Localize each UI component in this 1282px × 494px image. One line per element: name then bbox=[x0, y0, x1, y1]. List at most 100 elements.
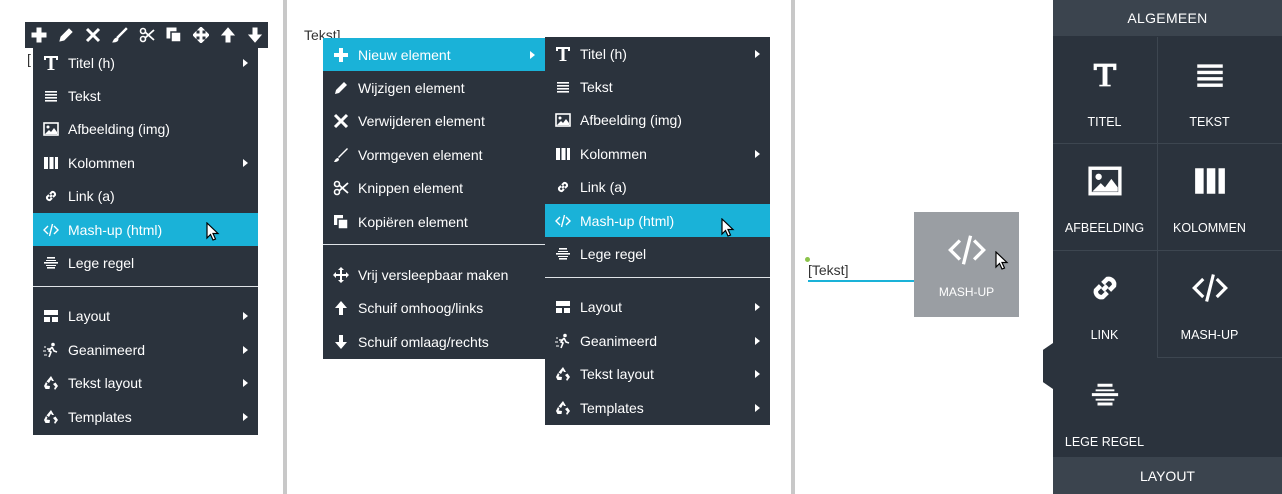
chevron-right-icon bbox=[755, 336, 760, 345]
title-icon bbox=[43, 55, 59, 71]
column-divider-1 bbox=[283, 0, 287, 494]
tile-lege-regel[interactable]: LEGE REGEL bbox=[1053, 357, 1156, 463]
menu-item-tekst[interactable]: Tekst bbox=[545, 70, 770, 103]
drop-target-text[interactable]: [Tekst] bbox=[808, 262, 848, 278]
arrow-down-icon[interactable] bbox=[244, 24, 266, 46]
empty-line-icon bbox=[555, 246, 571, 262]
recycle-icon bbox=[555, 400, 571, 416]
menu-item-mashup[interactable]: Mash-up (html) bbox=[33, 212, 258, 247]
menu-item-afbeelding[interactable]: Afbeelding (img) bbox=[33, 113, 258, 146]
copy-icon bbox=[333, 214, 349, 230]
image-icon bbox=[43, 121, 59, 137]
menu-item-templates[interactable]: Templates bbox=[545, 391, 770, 424]
menu-item-vrij-versleepbaar[interactable]: Vrij versleepbaar maken bbox=[323, 258, 545, 291]
panel-header-algemeen[interactable]: ALGEMEEN bbox=[1053, 0, 1282, 36]
scissors-icon bbox=[333, 180, 349, 196]
menu-item-vormgeven[interactable]: Vormgeven element bbox=[323, 138, 545, 171]
tile-afbeelding[interactable]: AFBEELDING bbox=[1053, 143, 1156, 249]
arrow-down-icon bbox=[333, 334, 349, 350]
menu-item-afbeelding[interactable]: Afbeelding (img) bbox=[545, 104, 770, 137]
animated-icon bbox=[43, 342, 59, 358]
layout-icon bbox=[43, 308, 59, 324]
chevron-right-icon bbox=[755, 303, 760, 312]
code-icon bbox=[948, 231, 986, 269]
menu-item-nieuw-element[interactable]: Nieuw element bbox=[323, 38, 545, 72]
menu-item-titel[interactable]: Titel (h) bbox=[33, 46, 258, 79]
tile-tekst[interactable]: TEKST bbox=[1158, 37, 1261, 143]
brush-icon[interactable] bbox=[109, 24, 131, 46]
code-icon bbox=[43, 222, 59, 238]
chevron-right-icon bbox=[755, 149, 760, 158]
menu-item-knippen[interactable]: Knippen element bbox=[323, 172, 545, 205]
chevron-right-icon bbox=[530, 50, 535, 59]
menu-item-geanimeerd[interactable]: Geanimeerd bbox=[545, 324, 770, 357]
menu-item-schuif-omhoog[interactable]: Schuif omhoog/links bbox=[323, 292, 545, 325]
chevron-right-icon bbox=[755, 49, 760, 58]
chevron-right-icon bbox=[755, 403, 760, 412]
menu-item-titel[interactable]: Titel (h) bbox=[545, 37, 770, 70]
menu-item-schuif-omlaag[interactable]: Schuif omlaag/rechts bbox=[323, 325, 545, 358]
tile-mashup[interactable]: MASH-UP bbox=[1158, 250, 1261, 356]
tile-label: MASH-UP bbox=[938, 285, 995, 299]
link-icon bbox=[555, 179, 571, 195]
title-icon bbox=[1092, 59, 1118, 91]
chevron-right-icon bbox=[243, 312, 248, 321]
menu-item-geanimeerd[interactable]: Geanimeerd bbox=[33, 333, 258, 366]
menu-item-layout[interactable]: Layout bbox=[33, 300, 258, 333]
menu-separator bbox=[545, 271, 770, 291]
tile-link[interactable]: LINK bbox=[1053, 250, 1156, 356]
column-divider-2 bbox=[791, 0, 795, 494]
chevron-right-icon bbox=[243, 379, 248, 388]
image-icon bbox=[555, 112, 571, 128]
menu-item-verwijderen[interactable]: Verwijderen element bbox=[323, 105, 545, 138]
code-icon bbox=[1191, 270, 1229, 306]
menu-item-lege-regel[interactable]: Lege regel bbox=[545, 237, 770, 270]
panel-header-layout[interactable]: LAYOUT bbox=[1053, 457, 1282, 494]
pencil-icon[interactable] bbox=[55, 24, 77, 46]
close-icon bbox=[333, 113, 349, 129]
text-fragment: [ bbox=[27, 51, 31, 67]
menu-item-tekst-layout[interactable]: Tekst layout bbox=[545, 358, 770, 391]
new-element-submenu: Titel (h) Tekst Afbeelding (img) Kolomme… bbox=[545, 37, 770, 425]
menu-item-tekst[interactable]: Tekst bbox=[33, 79, 258, 112]
close-icon[interactable] bbox=[82, 24, 104, 46]
link-icon bbox=[1087, 270, 1123, 306]
panel-toggle-tab[interactable] bbox=[1043, 343, 1053, 389]
menu-item-wijzigen[interactable]: Wijzigen element bbox=[323, 71, 545, 104]
menu-item-kopieren[interactable]: Kopiëren element bbox=[323, 205, 545, 238]
plus-icon[interactable] bbox=[28, 24, 50, 46]
menu-item-mashup[interactable]: Mash-up (html) bbox=[545, 203, 770, 238]
menu-item-layout[interactable]: Layout bbox=[545, 291, 770, 324]
image-icon bbox=[1088, 164, 1122, 198]
arrow-up-icon[interactable] bbox=[217, 24, 239, 46]
brush-icon bbox=[333, 147, 349, 163]
recycle-icon bbox=[555, 366, 571, 382]
text-lines-icon bbox=[555, 79, 571, 95]
element-panel: ALGEMEEN TITEL TEKST AFBEELDING KOLOMMEN… bbox=[1053, 0, 1282, 494]
tile-titel[interactable]: TITEL bbox=[1053, 37, 1156, 143]
menu-item-lege-regel[interactable]: Lege regel bbox=[33, 246, 258, 279]
menu-item-link[interactable]: Link (a) bbox=[545, 171, 770, 204]
menu-separator bbox=[33, 280, 258, 300]
menu-item-kolommen[interactable]: Kolommen bbox=[33, 146, 258, 179]
element-toolbar bbox=[25, 22, 268, 48]
arrow-up-icon bbox=[333, 300, 349, 316]
menu-item-tekst-layout[interactable]: Tekst layout bbox=[33, 367, 258, 400]
text-lines-icon bbox=[43, 88, 59, 104]
columns-icon bbox=[555, 146, 571, 162]
chevron-right-icon bbox=[243, 345, 248, 354]
copy-icon[interactable] bbox=[163, 24, 185, 46]
move-icon bbox=[333, 267, 349, 283]
pencil-icon bbox=[333, 80, 349, 96]
move-icon[interactable] bbox=[190, 24, 212, 46]
tile-kolommen[interactable]: KOLOMMEN bbox=[1158, 143, 1261, 249]
chevron-right-icon bbox=[243, 158, 248, 167]
menu-item-link[interactable]: Link (a) bbox=[33, 180, 258, 213]
menu-item-kolommen[interactable]: Kolommen bbox=[545, 137, 770, 170]
context-menu: Nieuw element Wijzigen element Verwijder… bbox=[323, 38, 545, 359]
scissors-icon[interactable] bbox=[136, 24, 158, 46]
plus-icon bbox=[333, 47, 349, 63]
chevron-right-icon bbox=[243, 412, 248, 421]
menu-item-templates[interactable]: Templates bbox=[33, 400, 258, 433]
code-icon bbox=[555, 213, 571, 229]
